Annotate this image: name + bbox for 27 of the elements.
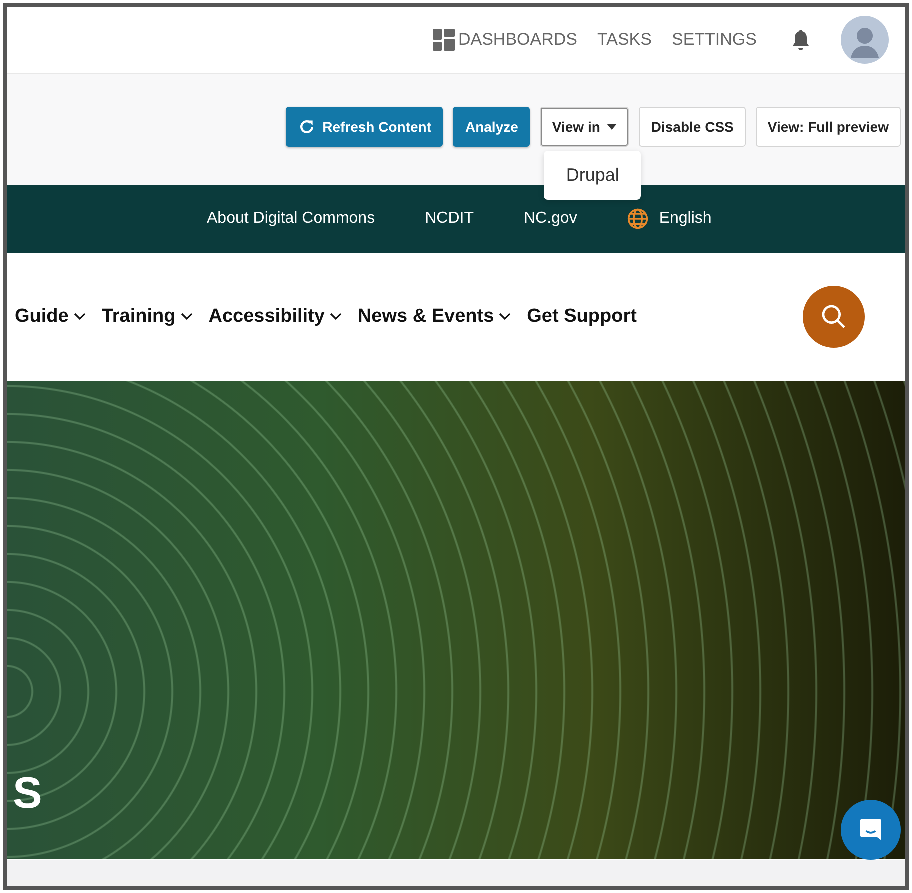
toolbar-button[interactable]: View: Full preview — [756, 107, 901, 147]
toolbar-button[interactable]: Analyze — [453, 107, 530, 147]
hero-title: S — [13, 769, 42, 819]
utility-link[interactable]: English — [627, 208, 712, 230]
header-link[interactable]: TASKS — [598, 30, 652, 50]
nav-item[interactable]: Training — [102, 306, 193, 328]
refresh-icon — [298, 118, 316, 136]
globe-icon — [627, 208, 650, 230]
nav-item[interactable]: News & Events — [358, 306, 512, 328]
toolbar-button[interactable]: Disable CSS — [639, 107, 746, 147]
utility-link[interactable]: NCDIT — [425, 210, 474, 228]
nav-item[interactable]: Guide — [15, 306, 86, 328]
toolbar-button[interactable]: View in — [540, 107, 630, 147]
chat-button[interactable] — [841, 800, 901, 860]
caret-icon — [607, 124, 618, 130]
nav-item[interactable]: Accessibility — [208, 306, 342, 328]
utility-link[interactable]: About Digital Commons — [207, 210, 376, 228]
search-icon — [820, 303, 848, 331]
utility-link[interactable]: NC.gov — [524, 210, 578, 228]
header-link[interactable]: DASHBOARDS — [433, 29, 578, 51]
menu-item[interactable]: Drupal — [566, 165, 620, 185]
header-link[interactable]: SETTINGS — [672, 30, 757, 50]
notification-bell-icon[interactable] — [791, 29, 811, 51]
dashboard-grid-icon — [433, 29, 456, 51]
avatar-circle[interactable] — [841, 16, 889, 64]
toolbar-button[interactable]: Refresh Content — [286, 107, 444, 147]
nav-item[interactable]: Get Support — [527, 306, 637, 328]
